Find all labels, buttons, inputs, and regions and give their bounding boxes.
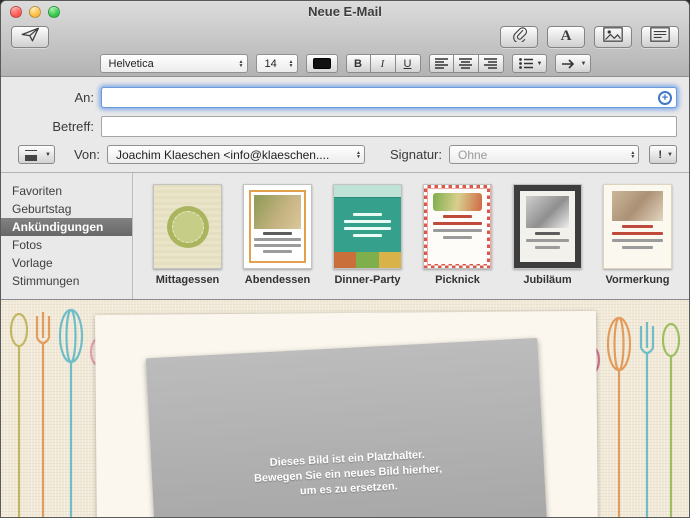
to-label: An:	[13, 90, 101, 105]
sidebar-item-fotos[interactable]: Fotos	[1, 236, 132, 254]
sidebar-item-geburtstag[interactable]: Geburtstag	[1, 200, 132, 218]
subject-row: Betreff:	[13, 116, 677, 137]
template-thumbnail	[333, 184, 402, 269]
from-row: ▼ Von: Joachim Klaeschen <info@klaeschen…	[13, 145, 677, 164]
signature-label: Signatur:	[379, 147, 449, 162]
subject-label: Betreff:	[13, 119, 101, 134]
template-label: Dinner-Party	[333, 274, 402, 286]
toolbar: A	[1, 22, 689, 51]
stationery-icon	[650, 27, 670, 47]
sidebar-item-favoriten[interactable]: Favoriten	[1, 182, 132, 200]
template-thumbnail	[243, 184, 312, 269]
to-input[interactable]	[101, 87, 677, 108]
signature-value: Ohne	[458, 148, 487, 162]
template-card-jubilaeum[interactable]: Jubiläum	[513, 184, 582, 299]
color-swatch	[313, 58, 331, 69]
photo-browser-button[interactable]	[594, 26, 632, 48]
signature-popup[interactable]: Ohne ▲▼	[449, 145, 639, 164]
font-family-popup[interactable]: Helvetica ▲▼	[100, 54, 248, 73]
attach-button[interactable]	[500, 26, 538, 48]
toolbar-right-group: A	[500, 26, 679, 48]
arrow-right-icon	[562, 59, 577, 69]
template-label: Jubiläum	[513, 274, 582, 286]
align-center-button[interactable]	[454, 54, 479, 73]
sidebar-item-vorlage[interactable]: Vorlage	[1, 254, 132, 272]
chevron-down-icon: ▼	[537, 61, 543, 67]
message-body-preview[interactable]: Dieses Bild ist ein Platzhalter. Bewegen…	[1, 300, 689, 518]
list-style-button[interactable]: ▼	[512, 54, 547, 73]
fonts-button[interactable]: A	[547, 26, 585, 48]
mail-compose-window: Neue E-Mail A	[0, 0, 690, 518]
stationery-button[interactable]	[641, 26, 679, 48]
send-button[interactable]	[11, 26, 49, 48]
indent-button[interactable]: ▼	[555, 54, 591, 73]
template-label: Mittagessen	[153, 274, 222, 286]
align-left-button[interactable]	[429, 54, 454, 73]
template-card-abendessen[interactable]: Abendessen	[243, 184, 312, 299]
chevron-down-icon: ▼	[45, 152, 51, 158]
send-icon	[21, 27, 40, 47]
font-size-popup[interactable]: 14 ▲▼	[256, 54, 298, 73]
template-label: Picknick	[423, 274, 492, 286]
align-center-icon	[459, 58, 472, 69]
font-a-icon: A	[561, 28, 572, 45]
template-thumbnail	[153, 184, 222, 269]
font-family-value: Helvetica	[109, 58, 154, 70]
stationery-category-list: Favoriten Geburtstag Ankündigungen Fotos…	[1, 173, 133, 299]
popup-arrows-icon: ▲▼	[239, 60, 244, 68]
template-label: Vormerkung	[603, 274, 672, 286]
text-color-button[interactable]	[306, 54, 338, 73]
style-segment: B I U	[346, 54, 421, 73]
priority-button[interactable]: ! ▼	[649, 145, 677, 164]
template-thumbnail	[513, 184, 582, 269]
from-value: Joachim Klaeschen <info@klaeschen....	[116, 148, 329, 162]
lines-icon	[25, 150, 37, 155]
window-chrome: Neue E-Mail A	[1, 1, 689, 77]
window-title: Neue E-Mail	[1, 4, 689, 19]
template-card-vormerkung[interactable]: Vormerkung	[603, 184, 672, 299]
bold-button[interactable]: B	[346, 54, 371, 73]
compose-header-fields: An: + Betreff: ▼ Von: Joachim Klaeschen …	[1, 77, 689, 173]
alignment-segment	[429, 54, 504, 73]
header-fields-options-button[interactable]: ▼	[18, 145, 55, 164]
placeholder-instructions: Dieses Bild ist ein Platzhalter. Bewegen…	[253, 447, 443, 502]
chevron-down-icon: ▼	[581, 61, 587, 67]
list-icon	[519, 58, 533, 69]
align-right-icon	[484, 58, 497, 69]
sidebar-item-ankuendigungen[interactable]: Ankündigungen	[1, 218, 132, 236]
to-row: An: +	[13, 87, 677, 108]
italic-button[interactable]: I	[371, 54, 396, 73]
template-thumbnails: Mittagessen Abendessen	[133, 173, 689, 299]
to-field-wrap: +	[101, 87, 677, 108]
font-size-value: 14	[265, 58, 277, 70]
image-placeholder-dropzone[interactable]: Dieses Bild ist ein Platzhalter. Bewegen…	[146, 338, 548, 518]
sidebar-item-stimmungen[interactable]: Stimmungen	[1, 272, 132, 290]
add-recipient-button[interactable]: +	[658, 91, 672, 105]
template-thumbnail	[423, 184, 492, 269]
align-right-button[interactable]	[479, 54, 504, 73]
popup-arrows-icon: ▲▼	[356, 151, 361, 159]
titlebar[interactable]: Neue E-Mail	[1, 1, 689, 22]
priority-value: !	[658, 149, 662, 161]
template-label: Abendessen	[243, 274, 312, 286]
popup-arrows-icon: ▲▼	[289, 60, 294, 68]
photo-icon	[603, 27, 623, 47]
template-card-mittagessen[interactable]: Mittagessen	[153, 184, 222, 299]
popup-arrows-icon: ▲▼	[630, 151, 635, 159]
from-label: Von:	[55, 147, 107, 162]
stationery-browser: Favoriten Geburtstag Ankündigungen Fotos…	[1, 173, 689, 300]
format-bar: Helvetica ▲▼ 14 ▲▼ B I U	[1, 51, 689, 76]
paperclip-icon	[512, 26, 527, 47]
align-left-icon	[435, 58, 448, 69]
subject-input[interactable]	[101, 116, 677, 137]
from-popup[interactable]: Joachim Klaeschen <info@klaeschen.... ▲▼	[107, 145, 365, 164]
template-thumbnail	[603, 184, 672, 269]
chevron-down-icon: ▼	[667, 152, 673, 158]
template-card-picknick[interactable]: Picknick	[423, 184, 492, 299]
template-card-dinner-party[interactable]: Dinner-Party	[333, 184, 402, 299]
underline-button[interactable]: U	[396, 54, 421, 73]
